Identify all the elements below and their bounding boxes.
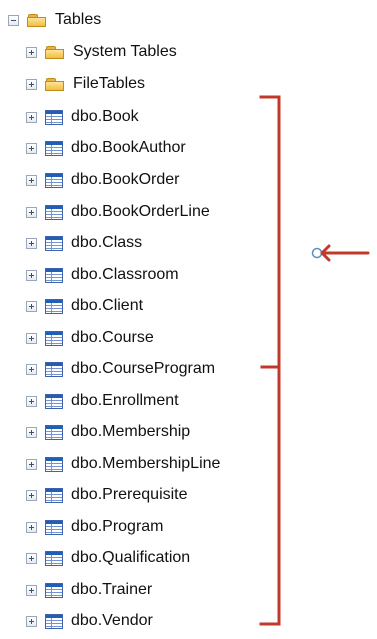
table-icon: [45, 109, 63, 125]
tree-node-table[interactable]: dbo.Client: [26, 294, 143, 318]
tree-node-label: FileTables: [73, 75, 146, 92]
expand-icon[interactable]: [26, 46, 37, 58]
table-icon: [45, 235, 63, 251]
tree-node-table[interactable]: dbo.BookOrder: [26, 168, 180, 192]
table-icon: [45, 361, 63, 377]
table-icon: [45, 393, 63, 409]
tree-node-label: dbo.Qualification: [71, 549, 191, 566]
expand-icon[interactable]: [26, 269, 37, 281]
tree-node-table[interactable]: dbo.BookOrderLine: [26, 200, 210, 224]
tree-node-table[interactable]: dbo.Trainer: [26, 578, 152, 602]
expand-icon[interactable]: [26, 521, 37, 533]
tree-node-label: dbo.Membership: [71, 423, 191, 440]
table-icon: [45, 140, 63, 156]
tree-node-label: dbo.Enrollment: [71, 392, 179, 409]
table-icon: [45, 487, 63, 503]
expand-icon[interactable]: [26, 237, 37, 249]
expand-icon[interactable]: [26, 489, 37, 501]
tree-node-label: dbo.Trainer: [71, 581, 153, 598]
table-icon: [45, 456, 63, 472]
tree-node-system-tables[interactable]: System Tables: [26, 40, 177, 64]
expand-icon[interactable]: [26, 111, 37, 123]
tree-node-table[interactable]: dbo.Book: [26, 105, 139, 129]
expand-icon[interactable]: [26, 332, 37, 344]
table-icon: [45, 204, 63, 220]
expand-icon[interactable]: [26, 615, 37, 627]
object-explorer-tree: Tables System Tables FileTables dbo.Book…: [0, 0, 377, 639]
tree-node-label: dbo.MembershipLine: [71, 455, 221, 472]
tree-node-table[interactable]: dbo.Class: [26, 231, 142, 255]
tree-node-table[interactable]: dbo.Enrollment: [26, 389, 179, 413]
folder-icon: [45, 45, 65, 60]
tree-node-label: dbo.Book: [71, 108, 139, 125]
tree-node-table[interactable]: dbo.CourseProgram: [26, 357, 215, 381]
tree-node-label: dbo.Classroom: [71, 266, 179, 283]
tree-node-table[interactable]: dbo.Classroom: [26, 263, 179, 287]
table-icon: [45, 613, 63, 629]
expand-icon[interactable]: [26, 206, 37, 218]
tree-node-label: dbo.Client: [71, 297, 144, 314]
expand-icon[interactable]: [26, 300, 37, 312]
tree-node-table[interactable]: dbo.Membership: [26, 420, 190, 444]
expand-icon[interactable]: [26, 426, 37, 438]
expand-icon[interactable]: [26, 174, 37, 186]
expand-icon[interactable]: [26, 458, 37, 470]
tree-node-table[interactable]: dbo.Qualification: [26, 546, 190, 570]
tree-node-label: dbo.Program: [71, 518, 164, 535]
table-icon: [45, 298, 63, 314]
tree-node-table[interactable]: dbo.MembershipLine: [26, 452, 220, 476]
tree-node-label: dbo.BookOrderLine: [71, 203, 210, 220]
tree-node-table[interactable]: dbo.Prerequisite: [26, 483, 188, 507]
tree-node-label: System Tables: [73, 43, 177, 60]
table-icon: [45, 424, 63, 440]
folder-icon: [45, 77, 65, 92]
tree-node-table[interactable]: dbo.Vendor: [26, 609, 153, 633]
table-icon: [45, 330, 63, 346]
tree-node-table[interactable]: dbo.Program: [26, 515, 164, 539]
tree-node-label: dbo.BookOrder: [71, 171, 180, 188]
tree-node-table[interactable]: dbo.Course: [26, 326, 154, 350]
expand-icon[interactable]: [26, 78, 37, 90]
tree-node-label: dbo.CourseProgram: [71, 360, 216, 377]
table-icon: [45, 267, 63, 283]
tree-node-table[interactable]: dbo.BookAuthor: [26, 136, 186, 160]
collapse-icon[interactable]: [8, 14, 19, 26]
tree-node-label: dbo.Class: [71, 234, 143, 251]
tree-node-filetables[interactable]: FileTables: [26, 72, 145, 96]
table-icon: [45, 582, 63, 598]
expand-icon[interactable]: [26, 395, 37, 407]
folder-icon: [27, 13, 47, 28]
table-icon: [45, 519, 63, 535]
expand-icon[interactable]: [26, 142, 37, 154]
tree-node-label: dbo.BookAuthor: [71, 139, 186, 156]
tree-node-tables[interactable]: Tables: [8, 8, 101, 32]
expand-icon[interactable]: [26, 552, 37, 564]
tree-node-label: Tables: [55, 11, 102, 28]
table-icon: [45, 172, 63, 188]
tree-node-label: dbo.Course: [71, 329, 154, 346]
expand-icon[interactable]: [26, 584, 37, 596]
tree-node-label: dbo.Vendor: [71, 612, 153, 629]
expand-icon[interactable]: [26, 363, 37, 375]
table-icon: [45, 550, 63, 566]
tree-node-label: dbo.Prerequisite: [71, 486, 188, 503]
